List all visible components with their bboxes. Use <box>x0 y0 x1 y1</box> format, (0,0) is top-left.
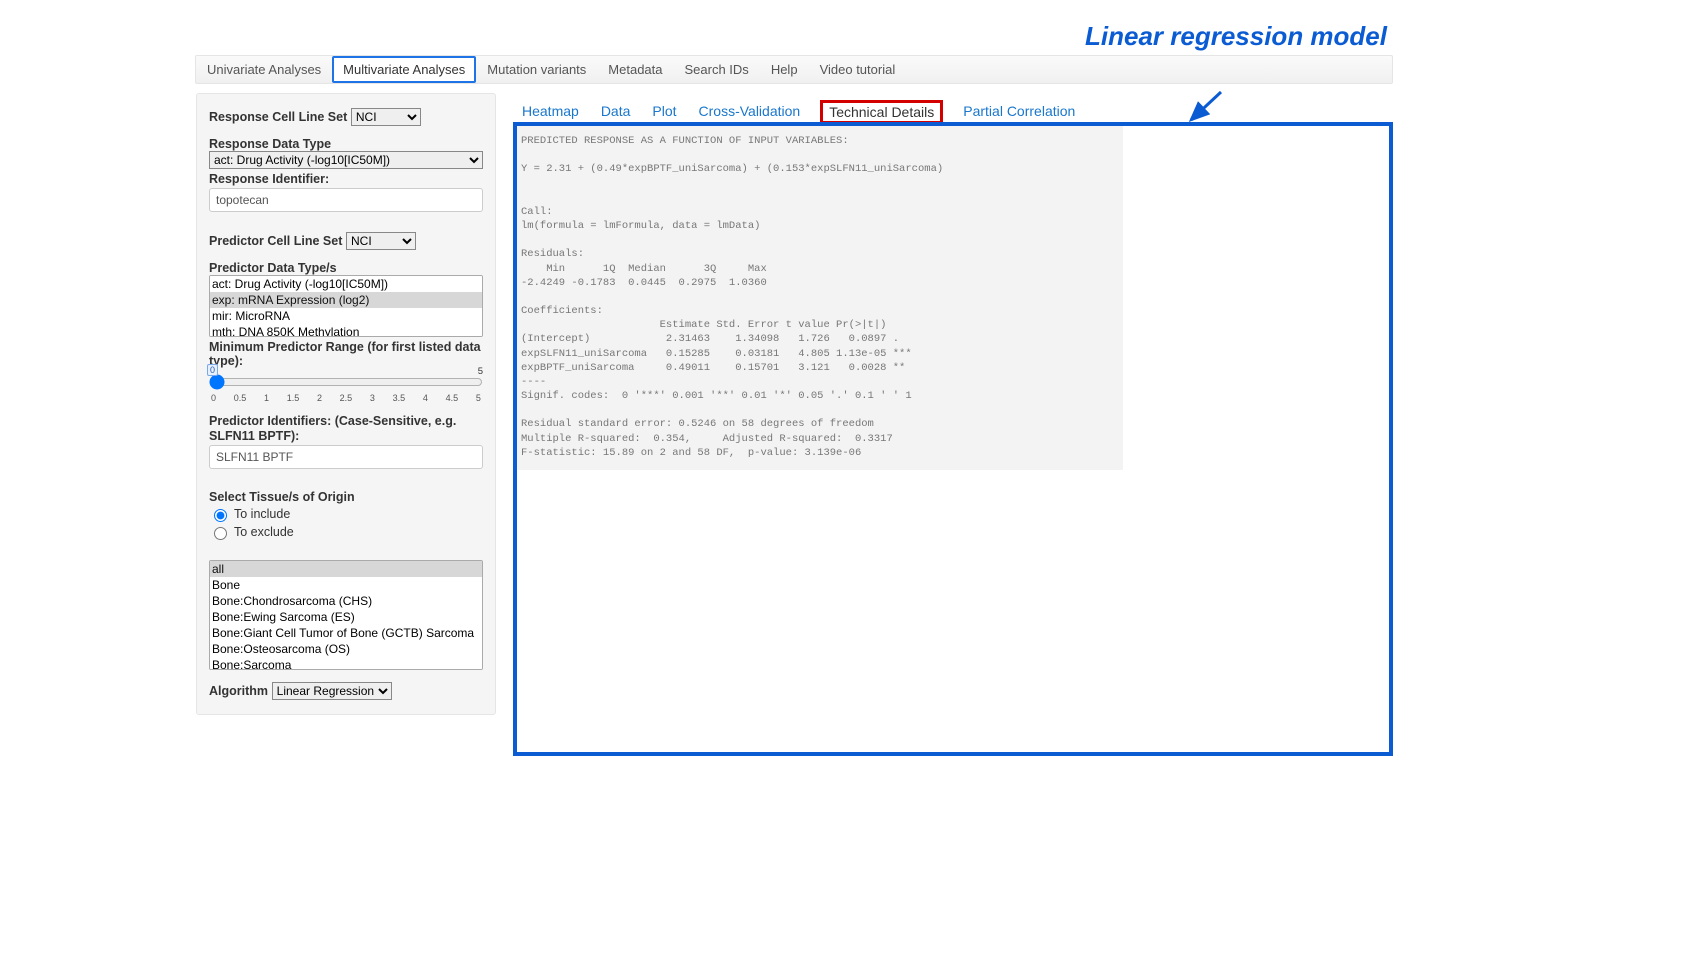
tissue-option[interactable]: Bone:Giant Cell Tumor of Bone (GCTB) Sar… <box>210 625 482 641</box>
algorithm-select[interactable]: Linear Regression <box>272 682 392 700</box>
predictor-type-option[interactable]: mth: DNA 850K Methylation <box>210 324 482 337</box>
nav-item-univariate-analyses[interactable]: Univariate Analyses <box>196 56 332 83</box>
tissue-option[interactable]: Bone:Chondrosarcoma (CHS) <box>210 593 482 609</box>
algorithm-label: Algorithm <box>209 684 268 698</box>
predictor-data-type-label: Predictor Data Type/s <box>209 261 337 275</box>
result-tabs: Heatmap Data Plot Cross-Validation Technical… <box>520 100 1077 124</box>
tissue-include-radio[interactable] <box>214 509 227 522</box>
response-data-type-select[interactable]: act: Drug Activity (-log10[IC50M]) <box>209 151 483 169</box>
tissue-option[interactable]: all <box>210 561 482 577</box>
slider-tick: 0.5 <box>234 393 247 403</box>
result-tab-plot[interactable]: Plot <box>650 100 678 124</box>
tissue-label: Select Tissue/s of Origin <box>209 490 355 504</box>
nav-item-mutation-variants[interactable]: Mutation variants <box>476 56 597 83</box>
slider-tick: 1.5 <box>287 393 300 403</box>
slider-tick: 4 <box>423 393 428 403</box>
nav-item-metadata[interactable]: Metadata <box>597 56 673 83</box>
min-predictor-range-label: Minimum Predictor Range (for first liste… <box>209 340 483 368</box>
tissue-option[interactable]: Bone:Ewing Sarcoma (ES) <box>210 609 482 625</box>
slider-value-badge: 0 <box>207 364 218 376</box>
slider-tick: 2.5 <box>340 393 353 403</box>
response-cell-line-select[interactable]: NCI <box>351 108 421 126</box>
predictor-type-option[interactable]: act: Drug Activity (-log10[IC50M]) <box>210 276 482 292</box>
query-form-panel: Response Cell Line Set NCI Response Data… <box>196 93 496 715</box>
predictor-type-option[interactable]: mir: MicroRNA <box>210 308 482 324</box>
main-nav: Univariate AnalysesMultivariate Analyses… <box>195 55 1393 84</box>
predictor-cell-line-label: Predictor Cell Line Set <box>209 234 342 248</box>
predictor-data-type-listbox[interactable]: act: Drug Activity (-log10[IC50M])exp: m… <box>209 275 483 337</box>
nav-item-help[interactable]: Help <box>760 56 809 83</box>
min-predictor-range-slider[interactable] <box>209 374 483 390</box>
tissue-option[interactable]: Bone:Sarcoma <box>210 657 482 670</box>
predictor-type-option[interactable]: exp: mRNA Expression (log2) <box>210 292 482 308</box>
slider-tick: 3.5 <box>393 393 406 403</box>
response-identifier-input[interactable] <box>209 188 483 212</box>
slider-tick: 4.5 <box>446 393 459 403</box>
response-identifier-label: Response Identifier: <box>209 172 483 186</box>
slider-tick: 0 <box>211 393 216 403</box>
tissue-include-label: To include <box>234 507 290 521</box>
result-tab-technical-details[interactable]: Technical Details <box>820 100 943 124</box>
nav-item-search-ids[interactable]: Search IDs <box>674 56 760 83</box>
tissue-option[interactable]: Bone <box>210 577 482 593</box>
slider-tick: 2 <box>317 393 322 403</box>
result-tab-partial-correlation[interactable]: Partial Correlation <box>961 100 1077 124</box>
result-tab-heatmap[interactable]: Heatmap <box>520 100 581 124</box>
response-cell-line-label: Response Cell Line Set <box>209 110 347 124</box>
predictor-identifiers-label: Predictor Identifiers: (Case-Sensitive, … <box>209 414 456 443</box>
slider-ticks: 0 0.5 1 1.5 2 2.5 3 3.5 4 4.5 5 <box>209 393 483 403</box>
slider-tick: 1 <box>264 393 269 403</box>
slider-tick: 5 <box>476 393 481 403</box>
tissue-exclude-label: To exclude <box>234 525 294 539</box>
predictor-identifiers-input[interactable] <box>209 445 483 469</box>
slider-tick: 3 <box>370 393 375 403</box>
result-tab-data[interactable]: Data <box>599 100 633 124</box>
tissue-option[interactable]: Bone:Osteosarcoma (OS) <box>210 641 482 657</box>
annotation-line1: Linear regression model <box>1085 21 1387 51</box>
response-data-type-label: Response Data Type <box>209 137 331 151</box>
nav-item-multivariate-analyses[interactable]: Multivariate Analyses <box>332 56 476 83</box>
nav-item-video-tutorial[interactable]: Video tutorial <box>809 56 907 83</box>
predictor-cell-line-select[interactable]: NCI <box>346 232 416 250</box>
slider-max-label: 5 <box>478 366 483 377</box>
tissue-exclude-radio[interactable] <box>214 527 227 540</box>
technical-details-output: PREDICTED RESPONSE AS A FUNCTION OF INPU… <box>513 124 1123 470</box>
result-tab-cross-validation[interactable]: Cross-Validation <box>697 100 803 124</box>
tissue-listbox[interactable]: allBoneBone:Chondrosarcoma (CHS)Bone:Ewi… <box>209 560 483 670</box>
arrow-icon <box>1185 90 1225 130</box>
